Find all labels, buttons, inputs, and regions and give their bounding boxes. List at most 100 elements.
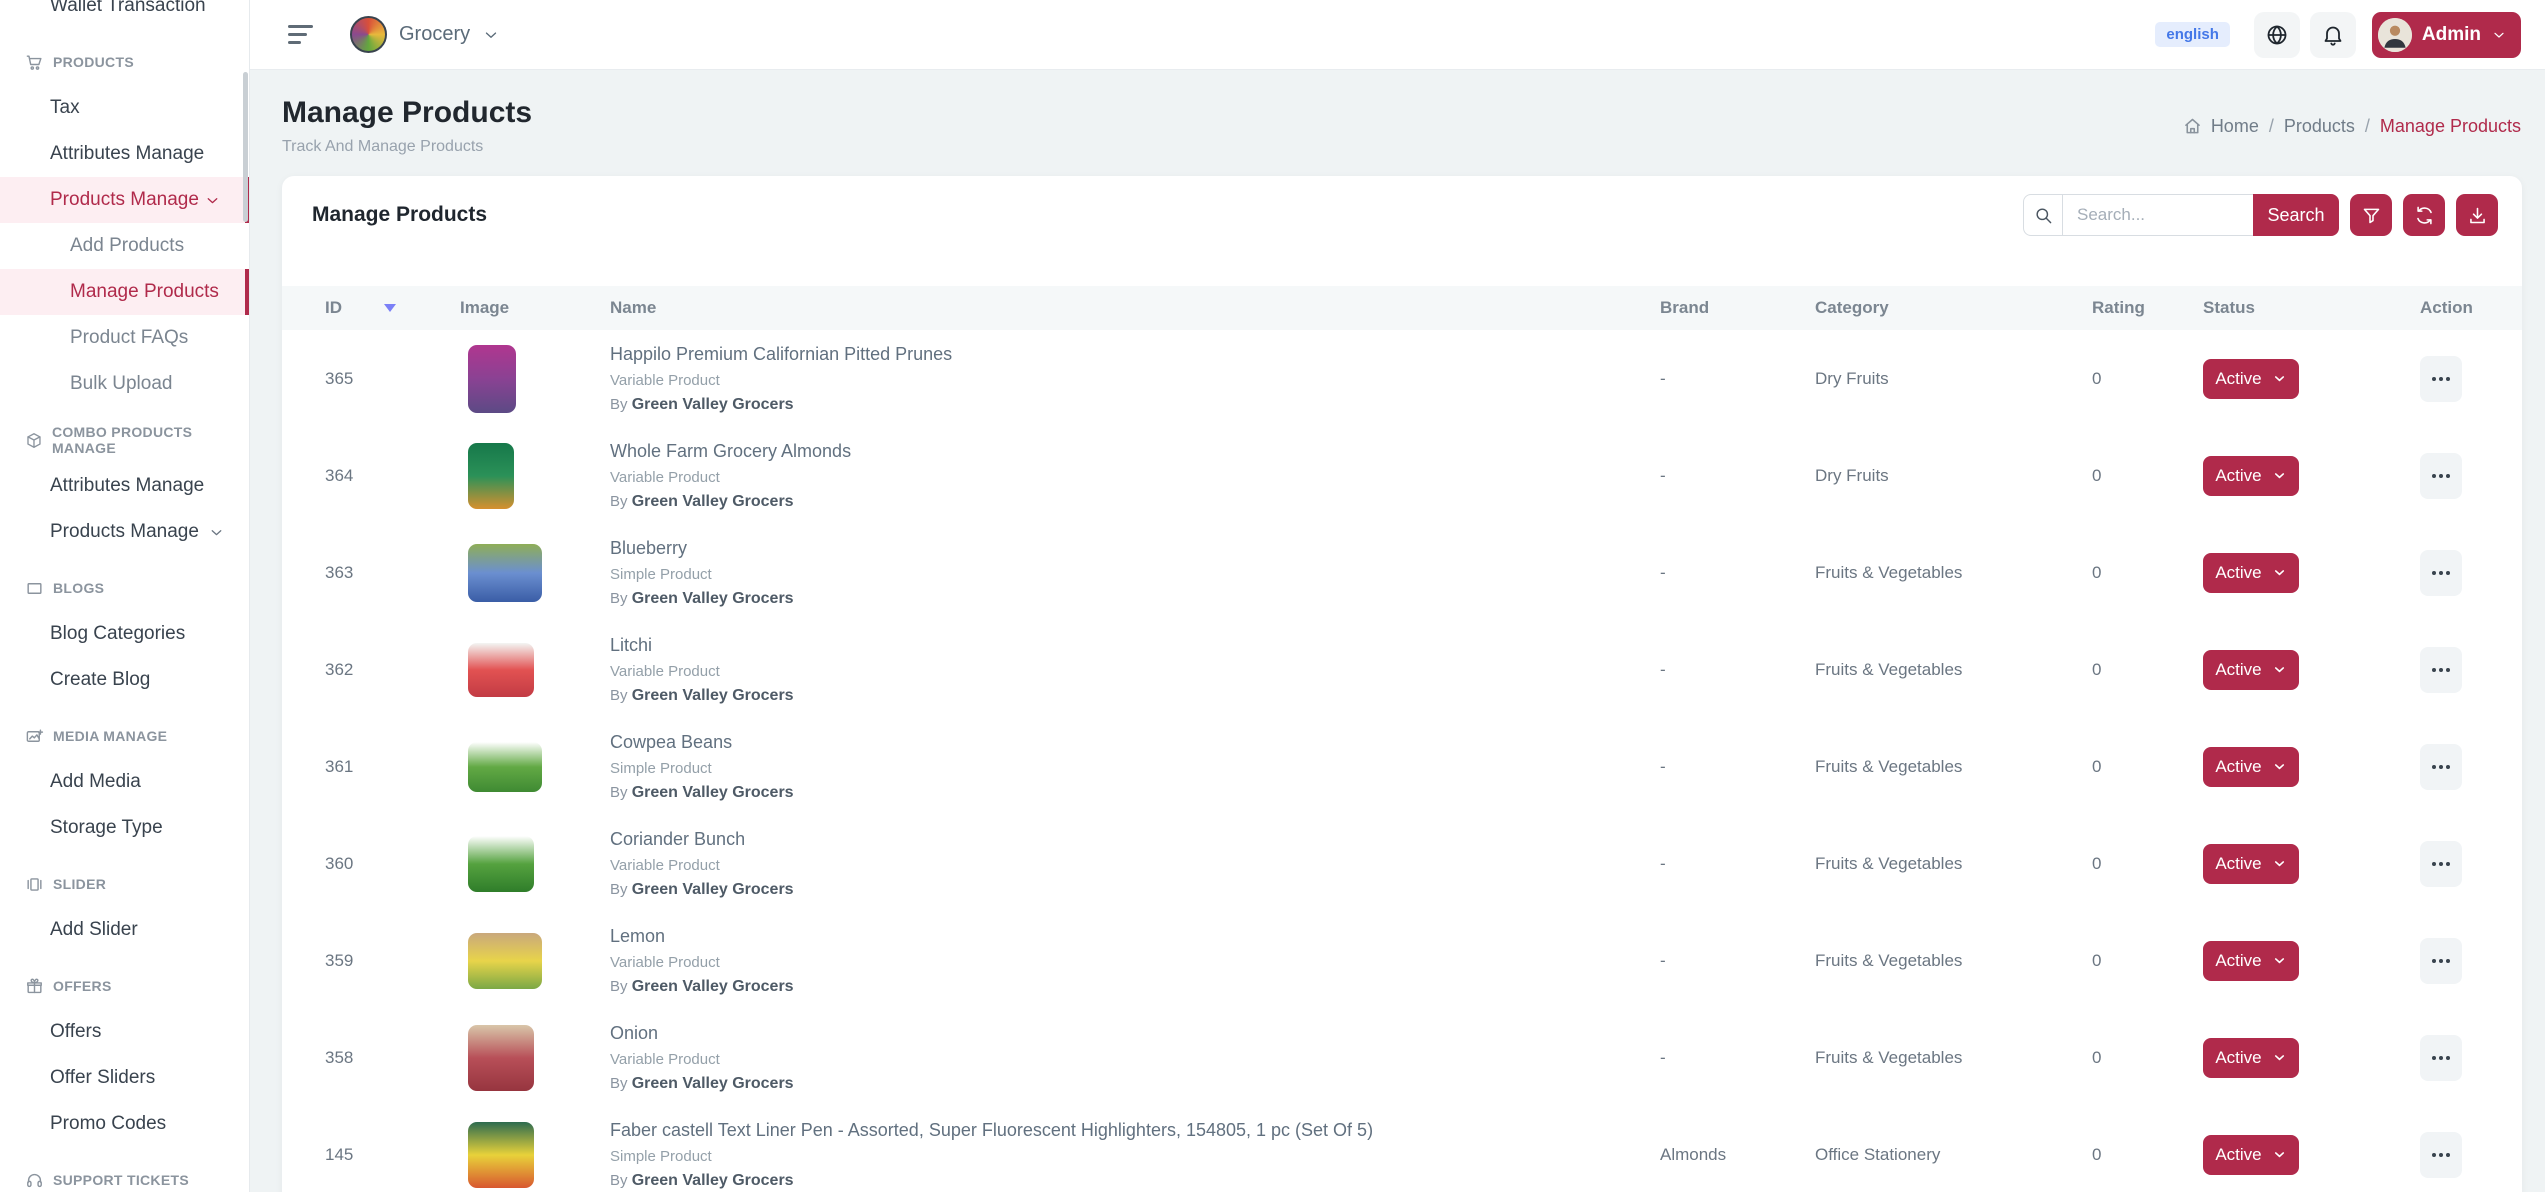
language-badge[interactable]: english bbox=[2155, 22, 2230, 47]
product-type: Variable Product bbox=[610, 663, 1660, 680]
sidebar-item-create-blog[interactable]: Create Blog bbox=[0, 657, 249, 703]
sidebar-section-blogs: BLOGS bbox=[0, 565, 249, 611]
row-actions-button[interactable] bbox=[2420, 841, 2462, 887]
product-name-link[interactable]: Cowpea Beans bbox=[610, 732, 1660, 753]
product-category: Dry Fruits bbox=[1815, 466, 2092, 486]
product-brand: - bbox=[1660, 466, 1815, 486]
export-button[interactable] bbox=[2456, 194, 2498, 236]
row-actions-button[interactable] bbox=[2420, 356, 2462, 402]
sort-desc-icon[interactable] bbox=[384, 304, 396, 312]
sidebar-item-product-faqs[interactable]: Product FAQs bbox=[0, 315, 249, 361]
sidebar-item-bulk-upload[interactable]: Bulk Upload bbox=[0, 361, 249, 407]
product-rating: 0 bbox=[2092, 660, 2203, 680]
product-image-coriander[interactable] bbox=[468, 836, 534, 892]
sidebar-item-blog-categories[interactable]: Blog Categories bbox=[0, 611, 249, 657]
product-name-link[interactable]: Coriander Bunch bbox=[610, 829, 1660, 850]
home-icon bbox=[2182, 116, 2203, 137]
search-button[interactable]: Search bbox=[2253, 194, 2339, 236]
sidebar-item-add-media[interactable]: Add Media bbox=[0, 759, 249, 805]
sidebar-item-offer-sliders[interactable]: Offer Sliders bbox=[0, 1055, 249, 1101]
status-dropdown[interactable]: Active bbox=[2203, 747, 2299, 787]
chevron-down-icon bbox=[482, 26, 500, 44]
product-brand: - bbox=[1660, 369, 1815, 389]
product-image-almonds-pack[interactable] bbox=[468, 443, 514, 509]
column-header-category: Category bbox=[1815, 298, 2092, 318]
product-type: Simple Product bbox=[610, 1148, 1660, 1165]
product-image-onions[interactable] bbox=[468, 1025, 534, 1091]
product-rating: 0 bbox=[2092, 1145, 2203, 1165]
table-row: 360Coriander BunchVariable ProductBy Gre… bbox=[282, 815, 2522, 912]
product-image-litchi[interactable] bbox=[468, 643, 534, 697]
column-header-action: Action bbox=[2420, 298, 2522, 318]
menu-toggle-icon[interactable] bbox=[288, 25, 314, 44]
refresh-button[interactable] bbox=[2403, 194, 2445, 236]
status-dropdown[interactable]: Active bbox=[2203, 1135, 2299, 1175]
sidebar-item-manage-products[interactable]: Manage Products bbox=[0, 269, 249, 315]
sidebar-item-products-manage[interactable]: Products Manage bbox=[0, 177, 249, 223]
sidebar-item-offers[interactable]: Offers bbox=[0, 1009, 249, 1055]
box-icon bbox=[25, 431, 43, 450]
sidebar-item-storage-type[interactable]: Storage Type bbox=[0, 805, 249, 851]
product-image-blueberries[interactable] bbox=[468, 544, 542, 602]
status-dropdown[interactable]: Active bbox=[2203, 844, 2299, 884]
sidebar-item-add-products[interactable]: Add Products bbox=[0, 223, 249, 269]
product-brand: - bbox=[1660, 1048, 1815, 1068]
globe-button[interactable] bbox=[2254, 12, 2300, 58]
status-dropdown[interactable]: Active bbox=[2203, 553, 2299, 593]
product-name-link[interactable]: Onion bbox=[610, 1023, 1660, 1044]
admin-menu-button[interactable]: Admin bbox=[2372, 12, 2521, 58]
search-input[interactable] bbox=[2063, 194, 2253, 236]
product-name-link[interactable]: Blueberry bbox=[610, 538, 1660, 559]
column-header-id[interactable]: ID bbox=[325, 298, 460, 318]
product-image-lemons[interactable] bbox=[468, 933, 542, 989]
filter-button[interactable] bbox=[2350, 194, 2392, 236]
store-avatar bbox=[350, 16, 387, 53]
row-actions-button[interactable] bbox=[2420, 647, 2462, 693]
topbar: Grocery english Admin bbox=[250, 0, 2545, 70]
product-seller: Green Valley Grocers bbox=[632, 493, 794, 510]
notifications-button[interactable] bbox=[2310, 12, 2356, 58]
product-category: Fruits & Vegetables bbox=[1815, 660, 2092, 680]
product-name-link[interactable]: Lemon bbox=[610, 926, 1660, 947]
row-actions-button[interactable] bbox=[2420, 1035, 2462, 1081]
sidebar-item-attributes-manage[interactable]: Attributes Manage bbox=[0, 463, 249, 509]
breadcrumb-item[interactable]: Products bbox=[2284, 116, 2355, 137]
status-dropdown[interactable]: Active bbox=[2203, 359, 2299, 399]
product-category: Fruits & Vegetables bbox=[1815, 757, 2092, 777]
product-seller: Green Valley Grocers bbox=[632, 784, 794, 801]
status-dropdown[interactable]: Active bbox=[2203, 650, 2299, 690]
status-dropdown[interactable]: Active bbox=[2203, 456, 2299, 496]
sidebar-item-products-manage[interactable]: Products Manage bbox=[0, 509, 249, 555]
product-image-cowpea-beans[interactable] bbox=[468, 742, 542, 792]
row-actions-button[interactable] bbox=[2420, 938, 2462, 984]
row-actions-button[interactable] bbox=[2420, 744, 2462, 790]
row-actions-button[interactable] bbox=[2420, 453, 2462, 499]
sidebar-item-add-slider[interactable]: Add Slider bbox=[0, 907, 249, 953]
product-name-link[interactable]: Litchi bbox=[610, 635, 1660, 656]
row-actions-button[interactable] bbox=[2420, 1132, 2462, 1178]
sidebar-item-label: Products Manage bbox=[50, 521, 199, 543]
sidebar-item-wallet-transaction[interactable]: Wallet Transaction bbox=[0, 0, 249, 29]
product-image-prunes-pouch[interactable] bbox=[468, 345, 516, 413]
sidebar-item-label: Create Blog bbox=[50, 669, 150, 691]
breadcrumb-item[interactable]: Home bbox=[2211, 116, 2259, 137]
status-dropdown[interactable]: Active bbox=[2203, 1038, 2299, 1078]
product-id: 361 bbox=[325, 757, 460, 777]
row-actions-button[interactable] bbox=[2420, 550, 2462, 596]
sidebar-section-combo-products-manage: COMBO PRODUCTS MANAGE bbox=[0, 417, 249, 463]
sidebar-item-label: Add Slider bbox=[50, 919, 138, 941]
product-name-link[interactable]: Happilo Premium Californian Pitted Prune… bbox=[610, 344, 1660, 365]
product-id: 359 bbox=[325, 951, 460, 971]
product-image-highlighter-set[interactable] bbox=[468, 1122, 534, 1188]
status-dropdown[interactable]: Active bbox=[2203, 941, 2299, 981]
sidebar-item-tax[interactable]: Tax bbox=[0, 85, 249, 131]
sidebar-item-attributes-manage[interactable]: Attributes Manage bbox=[0, 131, 249, 177]
store-switcher[interactable]: Grocery bbox=[350, 16, 500, 53]
sidebar-section-products: PRODUCTS bbox=[0, 39, 249, 85]
product-type: Variable Product bbox=[610, 372, 1660, 389]
product-type: Simple Product bbox=[610, 760, 1660, 777]
product-name-link[interactable]: Whole Farm Grocery Almonds bbox=[610, 441, 1660, 462]
sidebar-scrollbar[interactable] bbox=[243, 72, 248, 222]
sidebar-item-promo-codes[interactable]: Promo Codes bbox=[0, 1101, 249, 1147]
product-name-link[interactable]: Faber castell Text Liner Pen - Assorted,… bbox=[610, 1120, 1660, 1141]
